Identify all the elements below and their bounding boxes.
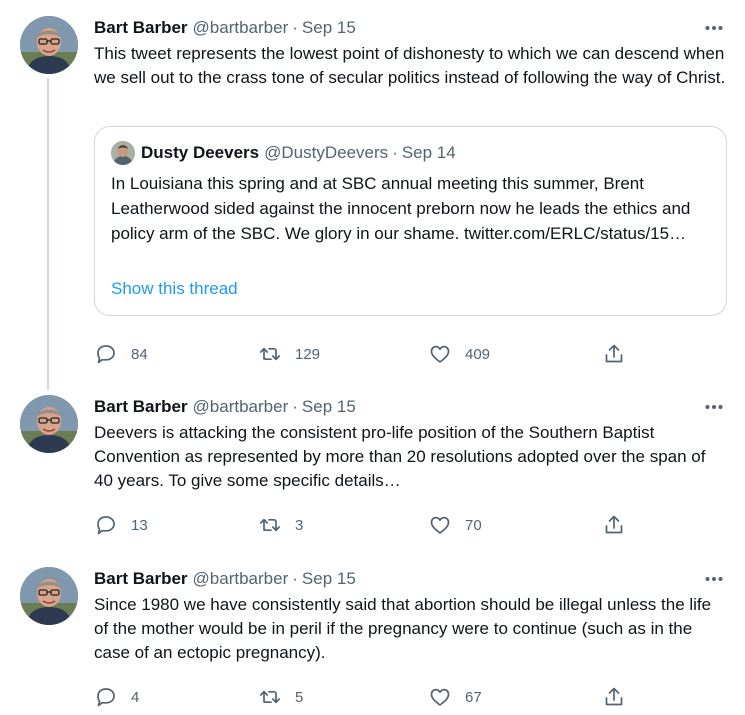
tweet[interactable]: Bart Barber @bartbarber · Sep 15 Since 1… (0, 567, 745, 715)
separator-dot: · (292, 18, 298, 37)
share-button[interactable] (602, 513, 626, 537)
reply-count: 4 (131, 688, 140, 706)
reply-count: 84 (131, 345, 148, 363)
retweet-icon (258, 513, 282, 537)
quoted-avatar[interactable] (111, 141, 135, 165)
like-button[interactable]: 67 (428, 685, 482, 709)
like-count: 409 (465, 345, 491, 363)
avatar[interactable] (20, 567, 78, 625)
retweet-icon (258, 685, 282, 709)
share-icon (602, 342, 626, 366)
tweet-header: Bart Barber @bartbarber · Sep 15 (94, 567, 729, 591)
tweet-body: Bart Barber @bartbarber · Sep 15 Deevers… (94, 395, 729, 535)
tweet-header: Bart Barber @bartbarber · Sep 15 (94, 16, 729, 40)
like-count: 70 (465, 516, 482, 534)
like-button[interactable]: 70 (428, 513, 482, 537)
author-name[interactable]: Bart Barber (94, 567, 188, 591)
tweet-date[interactable]: Sep 15 (302, 16, 356, 40)
heart-icon (428, 513, 452, 537)
quoted-tweet-date[interactable]: Sep 14 (402, 143, 456, 163)
tweet-date[interactable]: Sep 15 (302, 567, 356, 591)
retweet-count: 3 (295, 516, 304, 534)
reply-button[interactable]: 84 (94, 342, 148, 366)
like-count: 67 (465, 688, 482, 706)
reply-button[interactable]: 4 (94, 685, 139, 709)
quoted-author-name[interactable]: Dusty Deevers (141, 143, 259, 163)
more-horizontal-icon[interactable] (703, 16, 725, 40)
author-handle[interactable]: @bartbarber (193, 395, 289, 419)
author-name[interactable]: Bart Barber (94, 395, 188, 419)
author-handle[interactable]: @bartbarber (193, 16, 289, 40)
separator-dot: · (292, 569, 298, 588)
tweet-actions: 84 129 409 (94, 342, 634, 366)
show-thread-link[interactable]: Show this thread (111, 277, 238, 301)
reply-count: 13 (131, 516, 148, 534)
retweet-button[interactable]: 5 (258, 685, 303, 709)
author-handle[interactable]: @bartbarber (193, 567, 289, 591)
share-button[interactable] (602, 342, 626, 366)
tweet[interactable]: Bart Barber @bartbarber · Sep 15 Deevers… (0, 395, 745, 545)
reply-icon (94, 685, 118, 709)
avatar[interactable] (20, 395, 78, 453)
heart-icon (428, 342, 452, 366)
tweet-text: This tweet represents the lowest point o… (94, 44, 730, 87)
tweet-thread: Bart Barber @bartbarber · Sep 15 This tw… (0, 0, 745, 715)
separator-dot: · (392, 143, 398, 162)
tweet-actions: 4 5 67 (94, 685, 634, 709)
heart-icon (428, 685, 452, 709)
retweet-button[interactable]: 129 (258, 342, 320, 366)
tweet-body: Bart Barber @bartbarber · Sep 15 This tw… (94, 16, 730, 364)
author-name[interactable]: Bart Barber (94, 16, 188, 40)
more-horizontal-icon[interactable] (703, 395, 725, 419)
tweet[interactable]: Bart Barber @bartbarber · Sep 15 This tw… (0, 16, 745, 376)
separator-dot: · (292, 397, 298, 416)
share-icon (602, 513, 626, 537)
more-horizontal-icon[interactable] (703, 567, 725, 591)
tweet-text: Since 1980 we have consistently said tha… (94, 595, 716, 662)
reply-icon (94, 342, 118, 366)
like-button[interactable]: 409 (428, 342, 490, 366)
reply-icon (94, 513, 118, 537)
retweet-count: 129 (295, 345, 321, 363)
tweet-text: Deevers is attacking the consistent pro-… (94, 423, 711, 490)
avatar[interactable] (20, 16, 78, 74)
share-icon (602, 685, 626, 709)
reply-button[interactable]: 13 (94, 513, 148, 537)
retweet-icon (258, 342, 282, 366)
quoted-tweet-text: In Louisiana this spring and at SBC annu… (111, 174, 691, 243)
tweet-actions: 13 3 70 (94, 513, 634, 537)
share-button[interactable] (602, 685, 626, 709)
tweet-body: Bart Barber @bartbarber · Sep 15 Since 1… (94, 567, 729, 707)
retweet-count: 5 (295, 688, 304, 706)
quoted-tweet[interactable]: Dusty Deevers @DustyDeevers · Sep 14 In … (94, 126, 727, 316)
quoted-tweet-header: Dusty Deevers @DustyDeevers · Sep 14 (111, 141, 456, 165)
tweet-date[interactable]: Sep 15 (302, 395, 356, 419)
tweet-header: Bart Barber @bartbarber · Sep 15 (94, 395, 729, 419)
quoted-author-handle[interactable]: @DustyDeevers (264, 143, 388, 163)
retweet-button[interactable]: 3 (258, 513, 303, 537)
